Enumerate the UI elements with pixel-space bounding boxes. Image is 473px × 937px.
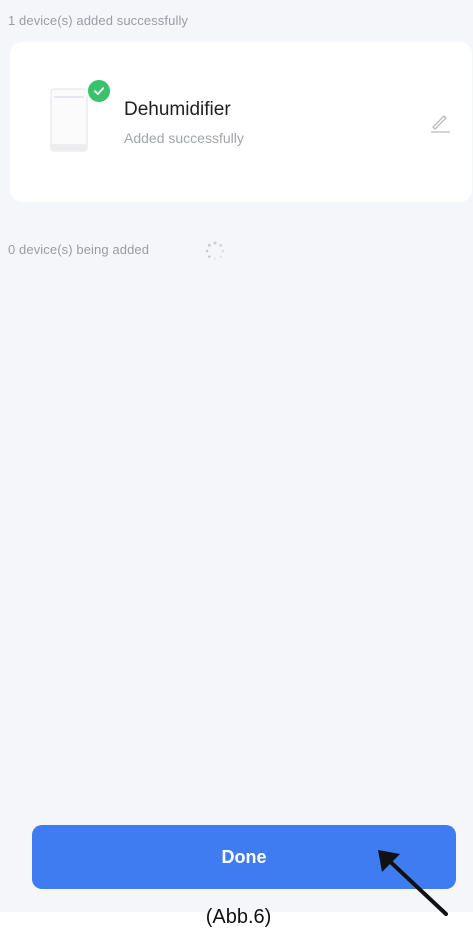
pencil-icon[interactable]: [428, 110, 452, 134]
loading-spinner-icon: [202, 238, 228, 264]
dehumidifier-device-icon: [50, 88, 88, 152]
device-added-screen: 1 device(s) added successfully Dehumidif…: [0, 0, 473, 912]
device-card[interactable]: Dehumidifier Added successfully: [10, 42, 472, 202]
added-devices-label: 1 device(s) added successfully: [8, 13, 189, 28]
device-name: Dehumidifier: [124, 99, 231, 120]
check-circle-icon: [86, 78, 112, 104]
figure-caption: (Abb.6): [205, 906, 272, 928]
device-status: Added successfully: [124, 130, 244, 146]
adding-devices-label: 0 device(s) being added: [8, 242, 150, 257]
